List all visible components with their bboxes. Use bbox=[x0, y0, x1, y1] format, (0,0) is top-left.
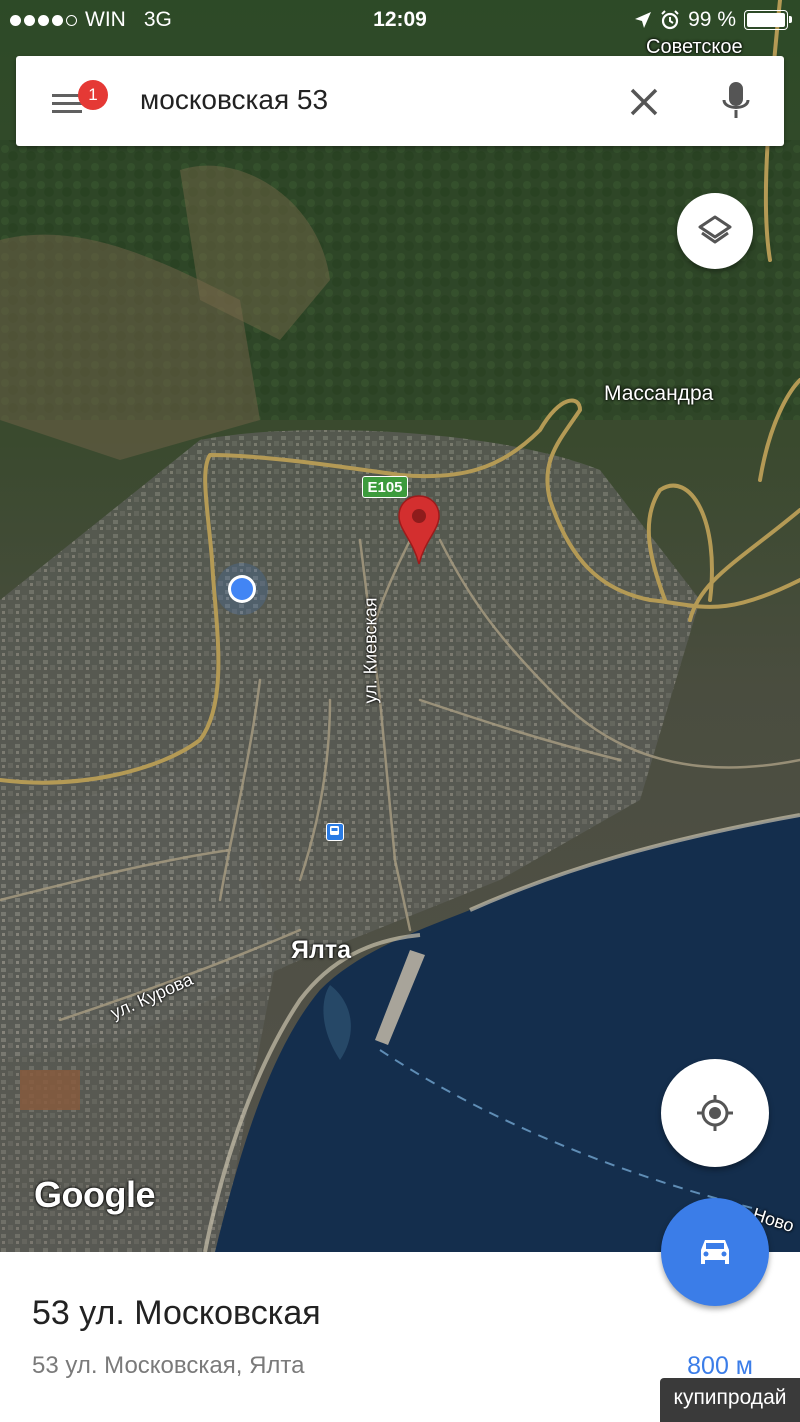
layers-icon bbox=[698, 215, 732, 244]
map-label-yalta: Ялта bbox=[291, 936, 351, 964]
crosshair-icon bbox=[697, 1095, 733, 1131]
map-pin-icon[interactable] bbox=[397, 494, 441, 566]
clear-search-button[interactable] bbox=[624, 82, 664, 122]
current-location-dot bbox=[213, 560, 271, 618]
bus-stop-icon[interactable] bbox=[326, 823, 344, 841]
location-arrow-icon bbox=[635, 12, 652, 28]
car-icon bbox=[701, 1240, 729, 1264]
my-location-button[interactable] bbox=[661, 1059, 769, 1167]
close-icon bbox=[630, 88, 658, 116]
directions-drive-button[interactable] bbox=[661, 1198, 769, 1306]
status-bar: WIN 3G 12:09 99 % bbox=[0, 0, 800, 40]
alarm-clock-icon bbox=[661, 10, 679, 30]
place-address: 53 ул. Московская, Ялта bbox=[32, 1352, 305, 1379]
battery-percent: 99 % bbox=[688, 8, 736, 31]
menu-button[interactable]: 1 bbox=[46, 80, 108, 122]
search-input[interactable]: московская 53 bbox=[140, 84, 328, 116]
microphone-icon bbox=[722, 82, 750, 118]
voice-search-button[interactable] bbox=[716, 78, 756, 126]
place-title: 53 ул. Московская bbox=[32, 1294, 321, 1332]
map-view[interactable]: Советское Массандра Ялта ул. Киевская ул… bbox=[0, 0, 800, 1252]
watermark: купипродай bbox=[660, 1378, 800, 1422]
notification-badge: 1 bbox=[78, 80, 108, 110]
google-logo: Google bbox=[34, 1174, 156, 1215]
place-distance: 800 м bbox=[687, 1352, 753, 1380]
satellite-imagery bbox=[0, 0, 800, 1252]
battery-icon bbox=[744, 10, 792, 30]
search-bar[interactable]: 1 московская 53 bbox=[16, 56, 784, 146]
map-label-kievskaya-street: ул. Киевская bbox=[360, 597, 381, 704]
map-layers-button[interactable] bbox=[677, 193, 753, 269]
map-label-massandra: Массандра bbox=[604, 382, 714, 405]
